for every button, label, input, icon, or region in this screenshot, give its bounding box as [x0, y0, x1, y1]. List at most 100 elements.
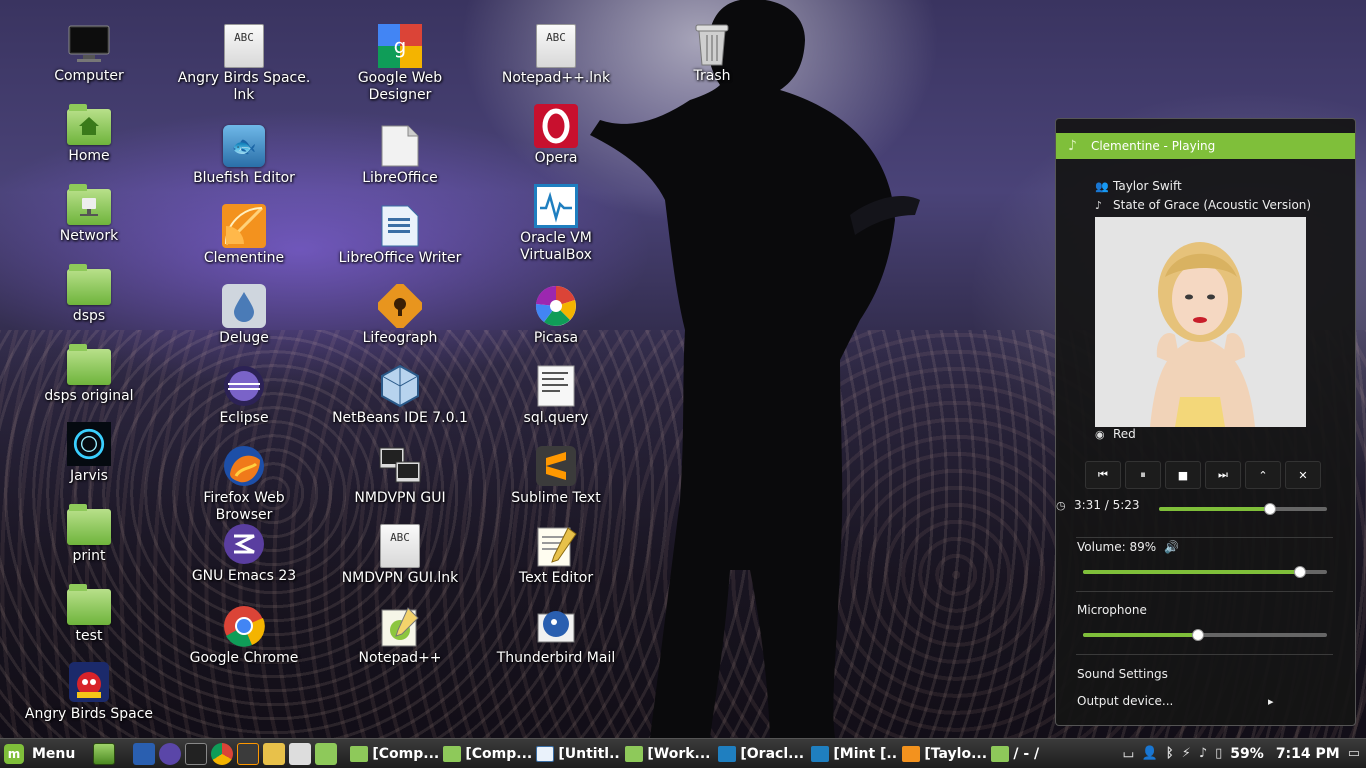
desktop-icon-jarvis[interactable]: Jarvis: [19, 422, 159, 485]
desktop-icon-dsps-original[interactable]: dsps original: [19, 342, 159, 405]
desktop-icon-test[interactable]: test: [19, 582, 159, 645]
desktop-icon-deluge[interactable]: Deluge: [174, 284, 314, 347]
seek-slider-fill: [1159, 507, 1270, 511]
desktop-icon-opera[interactable]: Opera: [486, 104, 626, 167]
taskbar-window-3[interactable]: [Untitl...: [533, 741, 621, 767]
clock[interactable]: 7:14 PM: [1276, 746, 1340, 762]
microphone-slider[interactable]: [1083, 629, 1327, 641]
stop-button[interactable]: ■: [1165, 461, 1201, 489]
desktop-icon-sublime-text[interactable]: Sublime Text: [486, 444, 626, 507]
volume-slider-knob[interactable]: [1294, 566, 1307, 578]
desktop-icon-emacs[interactable]: GNU Emacs 23: [174, 522, 314, 585]
chrome-launcher-icon[interactable]: [211, 742, 234, 765]
eclipse-launcher-icon[interactable]: [159, 742, 182, 765]
desktop-icon-angry-birds-lnk[interactable]: ABC Angry Birds Space. lnk: [174, 24, 314, 104]
desktop-icon-label: Text Editor: [518, 570, 594, 586]
taskbar-window-label: [Work...: [647, 745, 711, 762]
desktop-icon-trash[interactable]: Trash: [642, 22, 782, 85]
network-icon[interactable]: ⚡: [1182, 746, 1191, 761]
desktop-icon-dsps[interactable]: dsps: [19, 262, 159, 325]
sound-icon[interactable]: ♪: [1199, 746, 1207, 761]
next-button[interactable]: ⏭: [1205, 461, 1241, 489]
firefox-icon: [222, 444, 266, 488]
sound-settings-item[interactable]: Sound Settings: [1077, 667, 1168, 681]
track-row: ♪ State of Grace (Acoustic Version): [1095, 198, 1311, 212]
trash-icon: [690, 22, 734, 66]
show-desktop-icon[interactable]: [93, 742, 116, 765]
clementine-icon: [222, 204, 266, 248]
album-row: ◉ Red: [1095, 427, 1136, 441]
virtualbox-icon: [718, 745, 737, 762]
taskbar-window-2[interactable]: [Comp...: [440, 741, 532, 767]
desktop-icon-angry-birds-space[interactable]: Angry Birds Space: [19, 660, 159, 723]
desktop-icon-home[interactable]: Home: [19, 102, 159, 165]
music-note-icon: ♪: [1068, 138, 1077, 154]
seek-slider-knob[interactable]: [1263, 503, 1276, 515]
text-file-icon: ABC: [534, 24, 578, 68]
desktop-icon-thunderbird[interactable]: Thunderbird Mail: [486, 604, 626, 667]
desktop-icon-google-web-designer[interactable]: g Google Web Designer: [330, 24, 470, 104]
desktop-icon-picasa[interactable]: Picasa: [486, 284, 626, 347]
desktop-icon-chrome[interactable]: Google Chrome: [174, 604, 314, 667]
desktop-icon-bluefish[interactable]: 🐟 Bluefish Editor: [174, 124, 314, 187]
desktop-icon-label: Jarvis: [70, 468, 108, 484]
desktop-icon-eclipse[interactable]: Eclipse: [174, 364, 314, 427]
desktop-icon-notepad-plus-plus[interactable]: Notepad++: [330, 604, 470, 667]
workspace-switcher-icon[interactable]: ▭: [1348, 746, 1360, 761]
virtualbox-icon: [811, 745, 830, 762]
bluetooth-icon[interactable]: ᛒ: [1166, 746, 1174, 761]
taskbar-window-8[interactable]: / - /: [988, 741, 1058, 767]
desktop-icon-firefox[interactable]: Firefox Web Browser: [174, 444, 314, 524]
desktop-icon-clementine[interactable]: Clementine: [174, 204, 314, 267]
volume-slider-fill: [1083, 570, 1301, 574]
taskbar-window-4[interactable]: [Work...: [622, 741, 714, 767]
emacs-icon: [222, 522, 266, 566]
menu-button[interactable]: m Menu: [0, 743, 83, 764]
desktop-icon-text-editor[interactable]: Text Editor: [486, 524, 626, 587]
close-player-button[interactable]: ✕: [1285, 461, 1321, 489]
battery-icon[interactable]: ▯: [1215, 746, 1222, 761]
desktop-icon-network[interactable]: Network: [19, 182, 159, 245]
output-device-item[interactable]: Output device...: [1077, 694, 1277, 708]
position-row: ◷ 3:31 / 5:23: [1056, 498, 1140, 512]
volume-slider[interactable]: [1083, 566, 1327, 578]
keyboard-icon[interactable]: ⌴: [1123, 746, 1133, 761]
desktop-icon-label: Bluefish Editor: [193, 170, 295, 186]
desktop-icon-sql-query[interactable]: sql.query: [486, 364, 626, 427]
files-launcher-icon[interactable]: [315, 742, 338, 765]
desktop-icon-computer[interactable]: Computer: [19, 22, 159, 85]
desktop-icon-libreoffice[interactable]: LibreOffice: [330, 124, 470, 187]
desktop-icon-netbeans[interactable]: NetBeans IDE 7.0.1: [330, 364, 470, 427]
microphone-slider-knob[interactable]: [1191, 629, 1204, 641]
thunderbird-launcher-icon[interactable]: [133, 742, 156, 765]
opera-icon: [534, 104, 578, 148]
taskbar-window-5[interactable]: [Oracl...: [715, 741, 807, 767]
desktop-icon-print[interactable]: print: [19, 502, 159, 565]
taskbar-window-6[interactable]: [Mint [...: [808, 741, 898, 767]
terminal-launcher-icon[interactable]: [185, 742, 208, 765]
desktop-icon-lifeograph[interactable]: Lifeograph: [330, 284, 470, 347]
player-header[interactable]: ♪ Clementine - Playing: [1056, 133, 1355, 159]
seek-slider[interactable]: [1159, 503, 1327, 515]
raise-button[interactable]: ⌃: [1245, 461, 1281, 489]
calculator-launcher-icon[interactable]: [289, 742, 312, 765]
previous-button[interactable]: ⏮: [1085, 461, 1121, 489]
folder-icon: [350, 745, 369, 762]
taskbar-window-1[interactable]: [Comp...: [347, 741, 439, 767]
chrome-icon: [222, 604, 266, 648]
pause-button[interactable]: ⏸: [1125, 461, 1161, 489]
text-editor-launcher-icon[interactable]: [263, 742, 286, 765]
taskbar-window-7[interactable]: [Taylo...: [899, 741, 987, 767]
lifeograph-icon: [378, 284, 422, 328]
desktop-icon-nmdvpn-gui[interactable]: NMDVPN GUI: [330, 444, 470, 507]
desktop-icon-virtualbox[interactable]: Oracle VM VirtualBox: [486, 184, 626, 264]
sublime-text-launcher-icon[interactable]: [237, 742, 260, 765]
nmdvpn-icon: [378, 444, 422, 488]
clementine-icon: [902, 745, 921, 762]
user-icon[interactable]: 👤: [1142, 746, 1158, 761]
desktop-icon-nmdvpn-gui-lnk[interactable]: ABC NMDVPN GUI.lnk: [330, 524, 470, 587]
desktop-icon-notepad-lnk[interactable]: ABC Notepad++.lnk: [486, 24, 626, 87]
album-disc-icon: ◉: [1095, 427, 1105, 441]
text-file-icon: ABC: [222, 24, 266, 68]
desktop-icon-libreoffice-writer[interactable]: LibreOffice Writer: [330, 204, 470, 267]
